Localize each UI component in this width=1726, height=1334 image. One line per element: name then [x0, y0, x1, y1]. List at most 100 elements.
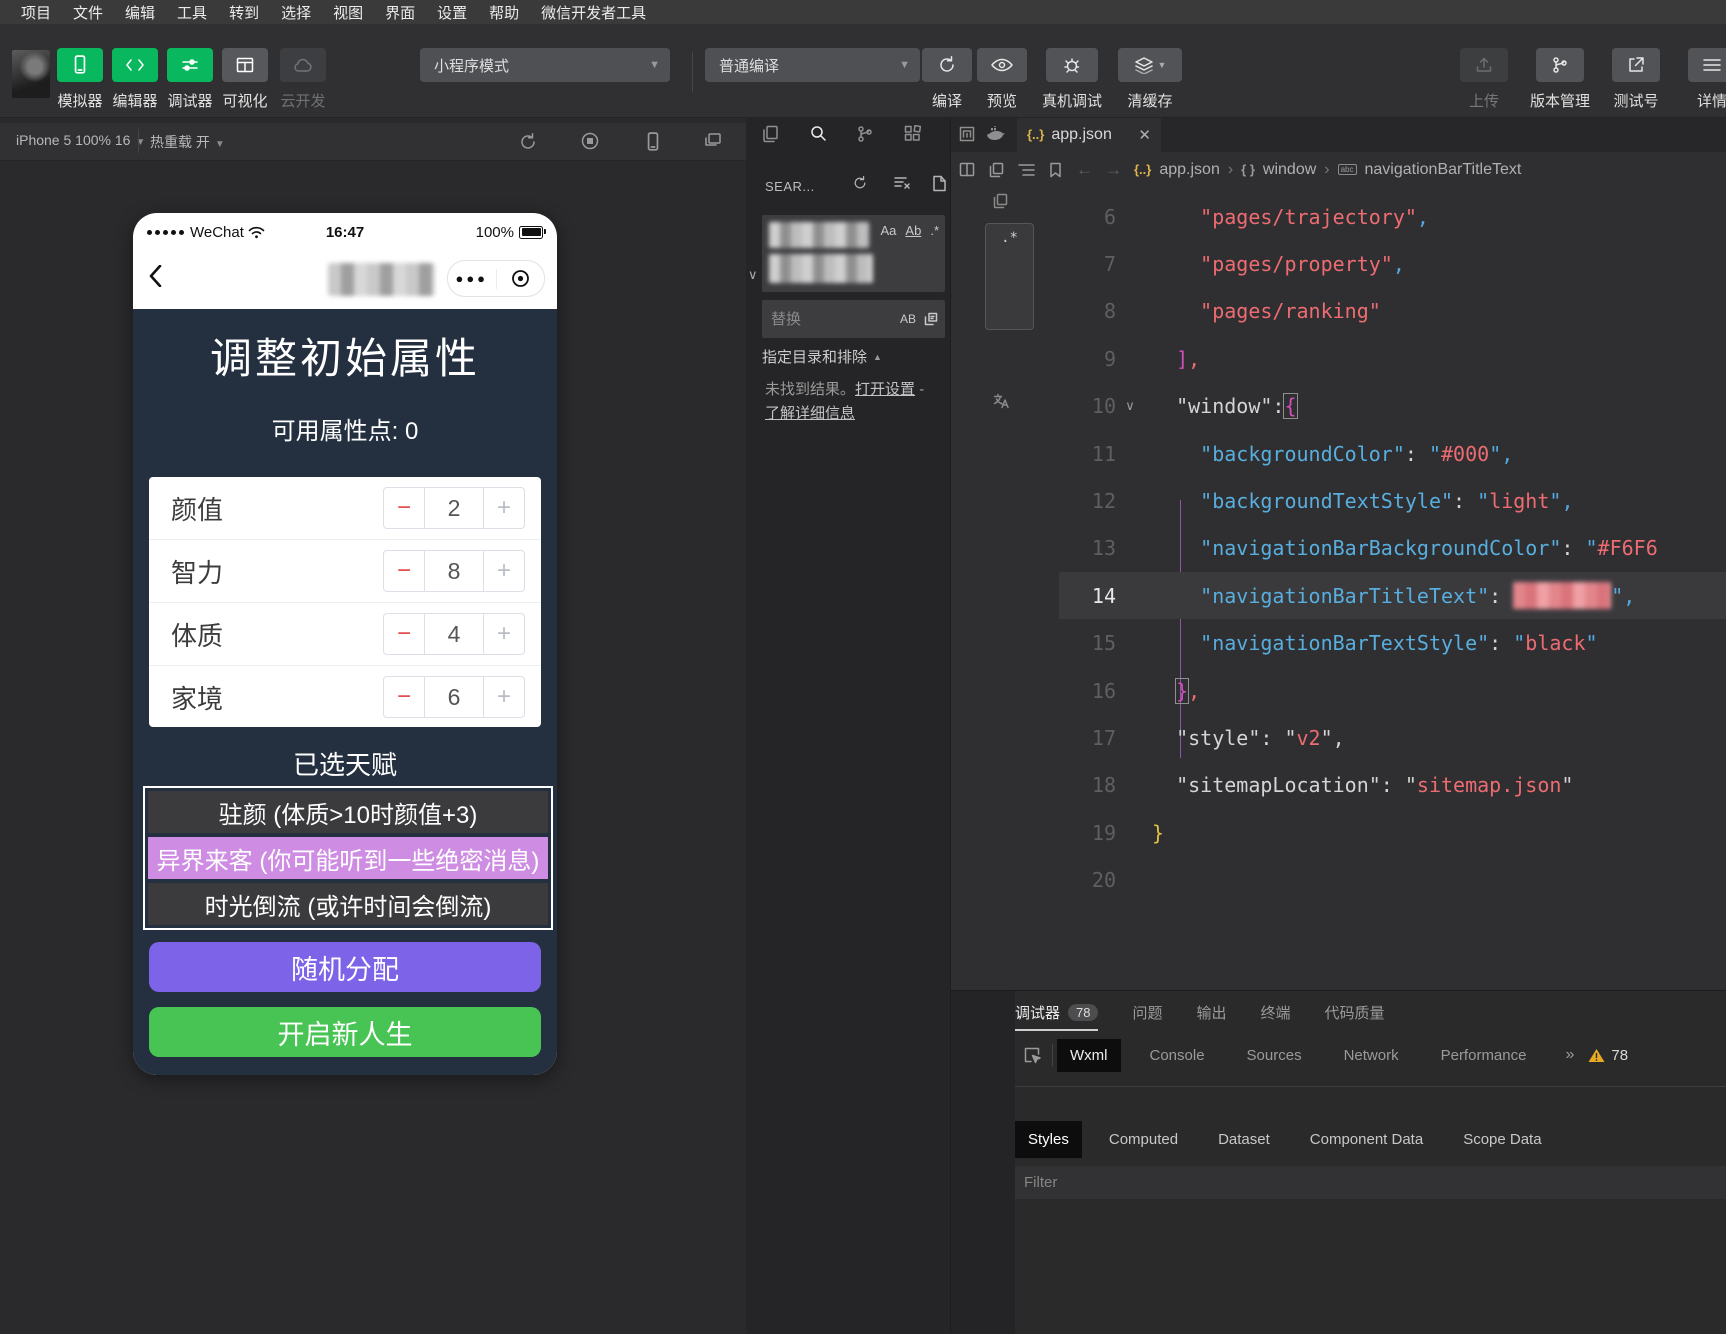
- menu-item-视图[interactable]: 视图: [322, 2, 374, 23]
- action-版本管理[interactable]: [1536, 48, 1584, 82]
- menu-item-选择[interactable]: 选择: [270, 2, 322, 23]
- nav-back-icon[interactable]: ←: [1076, 160, 1093, 180]
- code-line-7[interactable]: 7 "pages/property",: [1059, 240, 1726, 287]
- code-line-6[interactable]: 6 "pages/trajectory",: [1059, 193, 1726, 240]
- avatar[interactable]: [12, 50, 50, 98]
- split-editor-icon[interactable]: [959, 162, 975, 177]
- start-life-button[interactable]: 开启新人生: [149, 1007, 541, 1057]
- files-icon[interactable]: [762, 125, 779, 143]
- minus-button[interactable]: −: [384, 614, 425, 654]
- menu-item-项目[interactable]: 项目: [10, 2, 62, 23]
- replace-all-icon[interactable]: [924, 312, 938, 326]
- debug-tab-问题[interactable]: 问题: [1132, 1002, 1162, 1031]
- inspector-tab-Dataset[interactable]: Dataset: [1205, 1121, 1283, 1158]
- code-line-11[interactable]: 11 "backgroundColor": "#000",: [1059, 430, 1726, 477]
- menu-item-界面[interactable]: 界面: [374, 2, 426, 23]
- menu-item-文件[interactable]: 文件: [62, 2, 114, 23]
- talent-item[interactable]: 驻颜 (体质>10时颜值+3): [148, 791, 548, 833]
- sim-multiwindow-icon[interactable]: [704, 132, 722, 148]
- code-line-18[interactable]: 18 "sitemapLocation": "sitemap.json": [1059, 762, 1726, 809]
- clear-results-icon[interactable]: [894, 175, 911, 190]
- code-line-15[interactable]: 15 "navigationBarTextStyle": "black": [1059, 620, 1726, 667]
- toolbar-云开发[interactable]: 云开发: [280, 48, 326, 111]
- debug-tab-输出[interactable]: 输出: [1197, 1002, 1227, 1031]
- menu-item-工具[interactable]: 工具: [166, 2, 218, 23]
- talent-item[interactable]: 时光倒流 (或许时间会倒流): [148, 883, 548, 925]
- bookmark-icon[interactable]: [1049, 162, 1062, 178]
- inspector-tab-Scope-Data[interactable]: Scope Data: [1450, 1121, 1554, 1158]
- action-预览[interactable]: [977, 48, 1027, 82]
- copy-icon[interactable]: [993, 193, 1008, 209]
- minus-button[interactable]: −: [384, 488, 425, 528]
- breadcrumb-property[interactable]: navigationBarTitleText: [1365, 161, 1522, 179]
- replace-input[interactable]: [762, 311, 871, 328]
- match-case-icon[interactable]: Aa: [881, 223, 897, 238]
- menu-item-帮助[interactable]: 帮助: [478, 2, 530, 23]
- extensions-icon[interactable]: [904, 125, 921, 142]
- devtools-tab-Network[interactable]: Network: [1331, 1039, 1412, 1072]
- minus-button[interactable]: −: [384, 677, 425, 717]
- source-control-icon[interactable]: [857, 125, 873, 143]
- tab-appjson[interactable]: {..} app.json ✕: [1017, 117, 1161, 152]
- toolbar-调试器[interactable]: 调试器: [167, 48, 213, 111]
- debug-tab-终端[interactable]: 终端: [1261, 1002, 1291, 1031]
- learn-more-link[interactable]: 了解详细信息: [765, 405, 855, 422]
- copy-icon[interactable]: [989, 162, 1004, 178]
- code-line-19[interactable]: 19}: [1059, 809, 1726, 856]
- talent-item[interactable]: 异界来客 (你可能听到一些绝密消息): [148, 837, 548, 879]
- fold-icon[interactable]: ∨: [1116, 398, 1144, 414]
- devtools-tab-Wxml[interactable]: Wxml: [1057, 1039, 1121, 1072]
- devtools-tab-Performance[interactable]: Performance: [1428, 1039, 1540, 1072]
- regex-icon[interactable]: .*: [930, 223, 939, 238]
- action-详情[interactable]: [1688, 48, 1726, 82]
- target-icon[interactable]: [497, 269, 545, 288]
- whole-word-icon[interactable]: Ab: [905, 223, 921, 238]
- menu-item-微信开发者工具[interactable]: 微信开发者工具: [530, 2, 657, 23]
- code-editor[interactable]: 6 "pages/trajectory",7 "pages/property",…: [951, 187, 1726, 990]
- breadcrumb-window[interactable]: window: [1263, 161, 1316, 179]
- compile-select[interactable]: 普通编译 ▼: [705, 48, 920, 82]
- plus-button[interactable]: +: [483, 614, 524, 654]
- action-真机调试[interactable]: [1046, 48, 1098, 82]
- back-icon[interactable]: [149, 265, 162, 287]
- action-清缓存[interactable]: ▼: [1118, 48, 1182, 82]
- docker-whale-icon[interactable]: [987, 126, 1007, 142]
- plus-button[interactable]: +: [483, 551, 524, 591]
- code-line-16[interactable]: 16 },: [1059, 667, 1726, 714]
- search-input[interactable]: Aa Ab .*: [762, 215, 945, 292]
- minus-button[interactable]: −: [384, 551, 425, 591]
- npm-icon[interactable]: [959, 126, 975, 142]
- random-assign-button[interactable]: 随机分配: [149, 942, 541, 992]
- menu-item-转到[interactable]: 转到: [218, 2, 270, 23]
- code-line-9[interactable]: 9 ],: [1059, 335, 1726, 382]
- code-line-10[interactable]: 10∨ "window":{: [1059, 383, 1726, 430]
- toolbar-编辑器[interactable]: 编辑器: [112, 48, 158, 111]
- debug-tab-代码质量[interactable]: 代码质量: [1325, 1002, 1385, 1031]
- mode-select[interactable]: 小程序模式 ▼: [420, 48, 670, 82]
- sim-device-icon[interactable]: [644, 132, 662, 152]
- close-icon[interactable]: ✕: [1138, 126, 1151, 144]
- hot-reload-select[interactable]: 热重载 开▼: [150, 132, 225, 152]
- open-in-editor-icon[interactable]: [932, 175, 947, 192]
- menu-item-设置[interactable]: 设置: [426, 2, 478, 23]
- open-settings-link[interactable]: 打开设置: [855, 381, 915, 398]
- action-测试号[interactable]: [1612, 48, 1660, 82]
- breadcrumb-file[interactable]: app.json: [1159, 161, 1220, 179]
- nav-forward-icon[interactable]: →: [1105, 160, 1122, 180]
- plus-button[interactable]: +: [483, 677, 524, 717]
- inspector-tab-Component-Data[interactable]: Component Data: [1297, 1121, 1436, 1158]
- toolbar-模拟器[interactable]: 模拟器: [57, 48, 103, 111]
- code-line-20[interactable]: 20: [1059, 857, 1726, 904]
- devtools-tab-Sources[interactable]: Sources: [1234, 1039, 1315, 1072]
- action-编译[interactable]: [922, 48, 972, 82]
- sim-stop-icon[interactable]: [581, 132, 599, 150]
- code-line-12[interactable]: 12 "backgroundTextStyle": "light",: [1059, 477, 1726, 524]
- plus-button[interactable]: +: [483, 488, 524, 528]
- search-icon[interactable]: [809, 125, 827, 143]
- code-line-8[interactable]: 8 "pages/ranking": [1059, 288, 1726, 335]
- filter-input[interactable]: [1015, 1173, 1326, 1192]
- device-select[interactable]: iPhone 5 100% 16▼: [16, 132, 145, 148]
- menu-item-编辑[interactable]: 编辑: [114, 2, 166, 23]
- code-line-14[interactable]: 14 "navigationBarTitleText": ",: [1059, 572, 1726, 619]
- files-to-include-toggle[interactable]: 指定目录和排除▲: [762, 346, 882, 367]
